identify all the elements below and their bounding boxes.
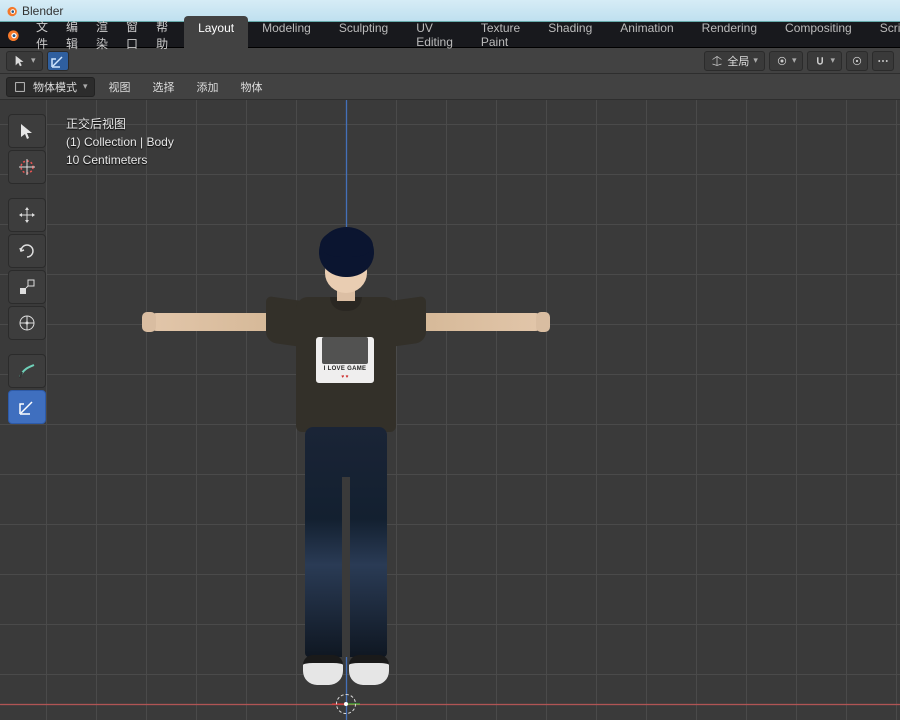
char-hair-front bbox=[320, 229, 373, 257]
chevron-down-icon: ▾ bbox=[83, 81, 88, 92]
tab-modeling[interactable]: Modeling bbox=[248, 16, 325, 54]
orientation-icon bbox=[711, 55, 723, 67]
tool-transform[interactable] bbox=[8, 306, 46, 340]
char-pants-gap bbox=[342, 477, 350, 657]
tab-scripting[interactable]: Scripting bbox=[866, 16, 900, 54]
interaction-mode-dropdown[interactable]: ▾ bbox=[6, 51, 43, 71]
print-text: I LOVE GAME bbox=[324, 366, 367, 372]
chevron-down-icon: ▾ bbox=[31, 55, 36, 66]
mode-label: 物体模式 bbox=[33, 79, 77, 95]
extra-options-icon[interactable] bbox=[872, 51, 894, 71]
tool-select-box[interactable] bbox=[8, 114, 46, 148]
viewport-hud: 正交后视图 (1) Collection | Body 10 Centimete… bbox=[66, 115, 174, 169]
3d-cursor-icon bbox=[336, 694, 356, 714]
char-shirt-print: I LOVE GAME ♥ ♥ bbox=[316, 337, 374, 383]
mode-dropdown[interactable]: 物体模式 ▾ bbox=[6, 77, 95, 97]
tool-cursor[interactable] bbox=[8, 150, 46, 184]
tab-uv-editing[interactable]: UV Editing bbox=[402, 16, 467, 54]
tab-sculpting[interactable]: Sculpting bbox=[325, 16, 402, 54]
snap-dropdown[interactable]: ▾ bbox=[807, 51, 842, 71]
char-shoe-right bbox=[349, 655, 389, 685]
cursor-tool-icon bbox=[13, 54, 27, 68]
3d-viewport[interactable]: 正交后视图 (1) Collection | Body 10 Centimete… bbox=[0, 100, 900, 720]
char-arm-right bbox=[412, 313, 544, 331]
tool-scale[interactable] bbox=[8, 270, 46, 304]
menu-render[interactable]: 渲染 bbox=[88, 16, 116, 54]
subheader-object[interactable]: 物体 bbox=[233, 76, 271, 98]
menu-help[interactable]: 帮助 bbox=[148, 16, 176, 54]
object-mode-icon bbox=[13, 80, 27, 94]
char-shoe-left bbox=[303, 655, 343, 685]
measure-tool-icon[interactable] bbox=[47, 51, 69, 71]
magnet-icon bbox=[814, 55, 826, 67]
proportional-icon bbox=[851, 55, 863, 67]
tab-compositing[interactable]: Compositing bbox=[771, 16, 866, 54]
tool-move[interactable] bbox=[8, 198, 46, 232]
blender-icon[interactable] bbox=[4, 25, 20, 45]
tab-shading[interactable]: Shading bbox=[534, 16, 606, 54]
tool-rotate[interactable] bbox=[8, 234, 46, 268]
subheader-add[interactable]: 添加 bbox=[189, 76, 227, 98]
menu-file[interactable]: 文件 bbox=[28, 16, 56, 54]
orientation-label: 全局 bbox=[727, 53, 749, 69]
pivot-icon bbox=[776, 55, 788, 67]
hud-view-name: 正交后视图 bbox=[66, 115, 174, 133]
char-hand-right bbox=[536, 312, 550, 332]
tab-layout[interactable]: Layout bbox=[184, 16, 248, 54]
char-arm-left bbox=[148, 313, 280, 331]
tab-rendering[interactable]: Rendering bbox=[688, 16, 771, 54]
subheader-view[interactable]: 视图 bbox=[101, 76, 139, 98]
character-body-mesh[interactable]: I LOVE GAME ♥ ♥ bbox=[148, 227, 544, 717]
menu-edit[interactable]: 编辑 bbox=[58, 16, 86, 54]
viewport-subheader: 物体模式 ▾ 视图 选择 添加 物体 bbox=[0, 74, 900, 100]
print-hearts-icon: ♥ ♥ bbox=[341, 374, 348, 380]
chevron-down-icon: ▾ bbox=[830, 55, 835, 66]
hud-grid-scale: 10 Centimeters bbox=[66, 151, 174, 169]
hud-collection: (1) Collection | Body bbox=[66, 133, 174, 151]
pivot-dropdown[interactable]: ▾ bbox=[769, 51, 804, 71]
subheader-select[interactable]: 选择 bbox=[145, 76, 183, 98]
tab-animation[interactable]: Animation bbox=[606, 16, 687, 54]
tab-texture-paint[interactable]: Texture Paint bbox=[467, 16, 534, 54]
viewport-toolbar bbox=[8, 114, 46, 424]
blender-logo-icon bbox=[4, 4, 18, 18]
tool-measure[interactable] bbox=[8, 390, 46, 424]
char-hand-left bbox=[142, 312, 156, 332]
chevron-down-icon: ▾ bbox=[753, 55, 758, 66]
proportional-edit-toggle[interactable] bbox=[846, 51, 868, 71]
orientation-dropdown[interactable]: 全局 ▾ bbox=[704, 51, 765, 71]
top-menubar: 文件 编辑 渲染 窗口 帮助 Layout Modeling Sculpting… bbox=[0, 22, 900, 48]
workspace-tabs: Layout Modeling Sculpting UV Editing Tex… bbox=[184, 16, 900, 54]
tool-annotate[interactable] bbox=[8, 354, 46, 388]
chevron-down-icon: ▾ bbox=[792, 55, 797, 66]
print-graphic-icon bbox=[322, 337, 368, 364]
menu-window[interactable]: 窗口 bbox=[118, 16, 146, 54]
